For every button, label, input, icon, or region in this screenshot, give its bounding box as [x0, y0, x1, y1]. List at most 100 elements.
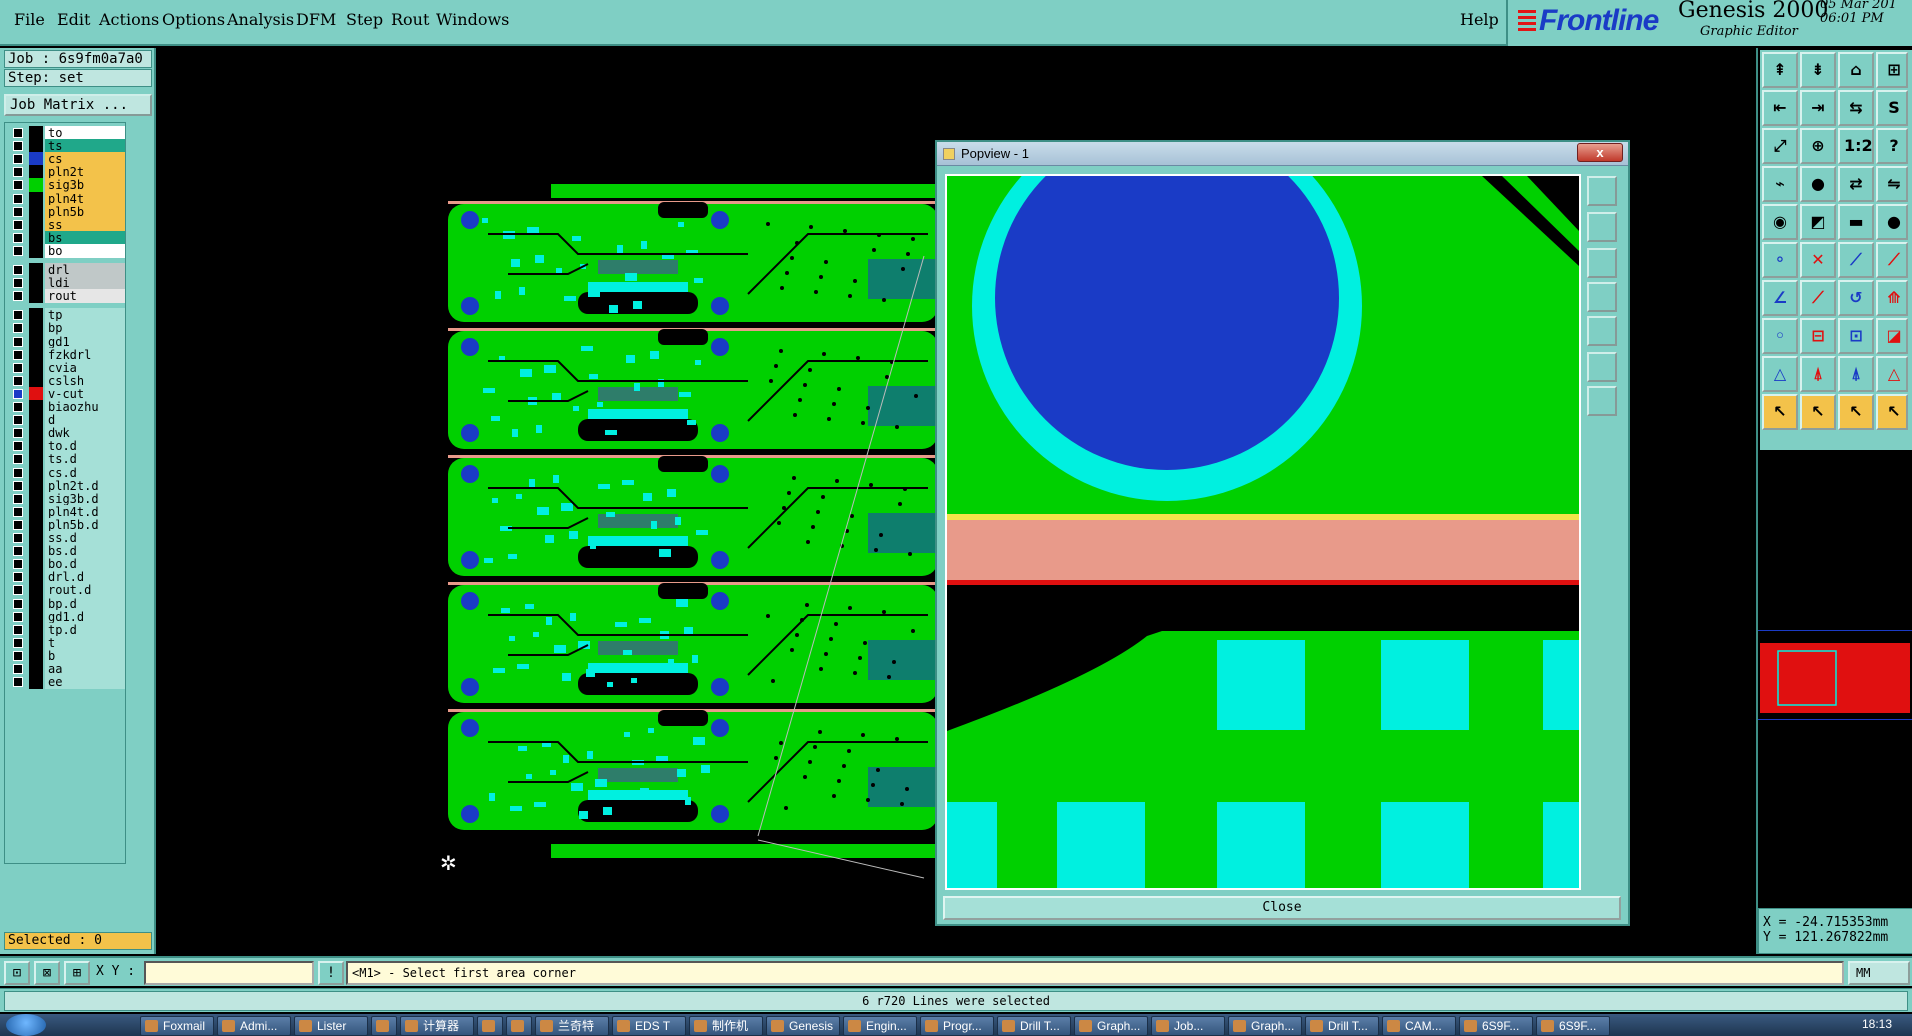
taskbar-item[interactable]: 制作机 — [689, 1016, 763, 1036]
layer-checkbox[interactable] — [13, 585, 23, 596]
layer-checkbox[interactable] — [13, 493, 23, 504]
taskbar-item[interactable]: 6S9F... — [1459, 1016, 1533, 1036]
snap-icon[interactable]: ⊡ — [4, 961, 30, 985]
taskbar-item[interactable]: Drill T... — [997, 1016, 1071, 1036]
select-alt-icon[interactable]: ↖ — [1800, 394, 1836, 430]
layer-checkbox[interactable] — [13, 193, 23, 204]
menu-edit[interactable]: Edit — [57, 10, 90, 29]
menu-actions[interactable]: Actions — [99, 10, 159, 29]
menu-rout[interactable]: Rout — [391, 10, 429, 29]
taskbar-item[interactable] — [477, 1016, 503, 1036]
layer-checkbox[interactable] — [13, 467, 23, 478]
scale-icon[interactable]: 1:2 — [1838, 128, 1874, 164]
arc-icon[interactable]: ↺ — [1838, 280, 1874, 316]
connect-icon[interactable]: ⚬ — [1762, 242, 1798, 278]
taskbar-item[interactable] — [371, 1016, 397, 1036]
taskbar-item[interactable]: Job... — [1151, 1016, 1225, 1036]
popview-zoom-out-icon[interactable] — [1587, 386, 1617, 416]
layer-checkbox[interactable] — [13, 650, 23, 661]
mini-map[interactable] — [1758, 630, 1912, 720]
move-icon[interactable]: ⊡ — [1838, 318, 1874, 354]
taskbar-item[interactable] — [506, 1016, 532, 1036]
taskbar-item[interactable]: Graph... — [1228, 1016, 1302, 1036]
layer-checkbox[interactable] — [13, 128, 23, 138]
layer-checkbox[interactable] — [13, 167, 23, 178]
layer-checkbox[interactable] — [13, 572, 23, 583]
xy-input[interactable] — [144, 961, 314, 985]
layer-checkbox[interactable] — [13, 349, 23, 360]
triangle-icon[interactable]: △ — [1762, 356, 1798, 392]
home-icon[interactable]: ⌂ — [1838, 52, 1874, 88]
layer-checkbox[interactable] — [13, 402, 23, 412]
layer-checkbox[interactable] — [13, 375, 23, 386]
taskbar-item[interactable]: Admi... — [217, 1016, 291, 1036]
layer-checkbox[interactable] — [13, 291, 23, 302]
pad-icon[interactable]: ● — [1800, 166, 1836, 202]
layer-checkbox[interactable] — [13, 598, 23, 609]
help-icon[interactable]: ? — [1876, 128, 1908, 164]
zoom-home-icon[interactable]: ⇞ — [1762, 52, 1798, 88]
select-multi-icon[interactable]: ↖ — [1876, 394, 1908, 430]
layer-checkbox[interactable] — [13, 206, 23, 217]
layer-checkbox[interactable] — [13, 664, 23, 674]
popview-pan-left-icon[interactable] — [1587, 282, 1617, 312]
layer-row[interactable]: bo — [7, 243, 125, 259]
popview-titlebar[interactable]: Popview - 1 x — [937, 142, 1628, 166]
menu-dfm[interactable]: DFM — [296, 10, 336, 29]
units-selector[interactable]: MM — [1848, 961, 1910, 985]
popview-zoom-view[interactable] — [945, 174, 1581, 890]
layer-icon[interactable]: ◩ — [1800, 204, 1836, 240]
grid-view-icon[interactable]: ⊞ — [1876, 52, 1908, 88]
layer-checkbox[interactable] — [13, 428, 23, 439]
layer-checkbox[interactable] — [13, 533, 23, 543]
layer-checkbox[interactable] — [13, 441, 23, 452]
snap-icon[interactable]: ◉ — [1762, 204, 1798, 240]
center-icon[interactable]: ⊕ — [1800, 128, 1836, 164]
popview-pan-down-icon[interactable] — [1587, 248, 1617, 278]
line-draw-icon[interactable]: ⟋ — [1800, 280, 1836, 316]
measure-icon[interactable]: ⊠ — [34, 961, 60, 985]
triangle-alt-icon[interactable]: ⍋ — [1800, 356, 1836, 392]
pan-left-icon[interactable]: ⇤ — [1762, 90, 1798, 126]
triangle-open-icon[interactable]: △ — [1876, 356, 1908, 392]
job-matrix-button[interactable]: Job Matrix ... — [4, 94, 152, 116]
measure-icon[interactable]: ⇄ — [1838, 166, 1874, 202]
layer-checkbox[interactable] — [13, 415, 23, 426]
taskbar-item[interactable]: Genesis — [766, 1016, 840, 1036]
popview-pan-up-icon[interactable] — [1587, 212, 1617, 242]
fit-icon[interactable]: ⤢ — [1762, 128, 1798, 164]
line-icon[interactable]: ▬ — [1838, 204, 1874, 240]
taskbar-item[interactable]: 兰奇特 — [535, 1016, 609, 1036]
copy-icon[interactable]: ◪ — [1876, 318, 1908, 354]
layer-checkbox[interactable] — [13, 219, 23, 230]
taskbar-item[interactable]: 6S9F... — [1536, 1016, 1610, 1036]
taskbar-item[interactable]: 计算器 — [400, 1016, 474, 1036]
layer-checkbox[interactable] — [13, 677, 23, 688]
layer-checkbox[interactable] — [13, 637, 23, 648]
measure-alt-icon[interactable]: ⇋ — [1876, 166, 1908, 202]
menu-windows[interactable]: Windows — [436, 10, 509, 29]
layer-checkbox[interactable] — [13, 245, 23, 256]
layer-name[interactable]: bo — [45, 243, 125, 258]
layer-checkbox[interactable] — [13, 278, 23, 289]
layer-checkbox[interactable] — [13, 310, 23, 321]
angle-icon[interactable]: ∠ — [1762, 280, 1798, 316]
taskbar-item[interactable]: EDS T — [612, 1016, 686, 1036]
layer-checkbox[interactable] — [13, 480, 23, 491]
route-icon[interactable]: ⟋ — [1838, 242, 1874, 278]
menu-options[interactable]: Options — [162, 10, 225, 29]
layer-name[interactable]: ee — [45, 675, 125, 690]
taskbar-item[interactable]: Drill T... — [1305, 1016, 1379, 1036]
layer-row[interactable]: ee — [7, 674, 125, 690]
grid-icon[interactable]: ⊞ — [64, 961, 90, 985]
layer-checkbox[interactable] — [13, 559, 23, 570]
swap-icon[interactable]: ⇆ — [1838, 90, 1874, 126]
taskbar-item[interactable]: Graph... — [1074, 1016, 1148, 1036]
taskbar-item[interactable]: Foxmail — [140, 1016, 214, 1036]
layer-checkbox[interactable] — [13, 611, 23, 622]
layer-name[interactable]: rout — [45, 289, 125, 304]
taskbar-item[interactable]: CAM... — [1382, 1016, 1456, 1036]
layer-checkbox[interactable] — [13, 546, 23, 557]
layer-row[interactable]: rout — [7, 288, 125, 304]
select-box-icon[interactable]: ↖ — [1838, 394, 1874, 430]
